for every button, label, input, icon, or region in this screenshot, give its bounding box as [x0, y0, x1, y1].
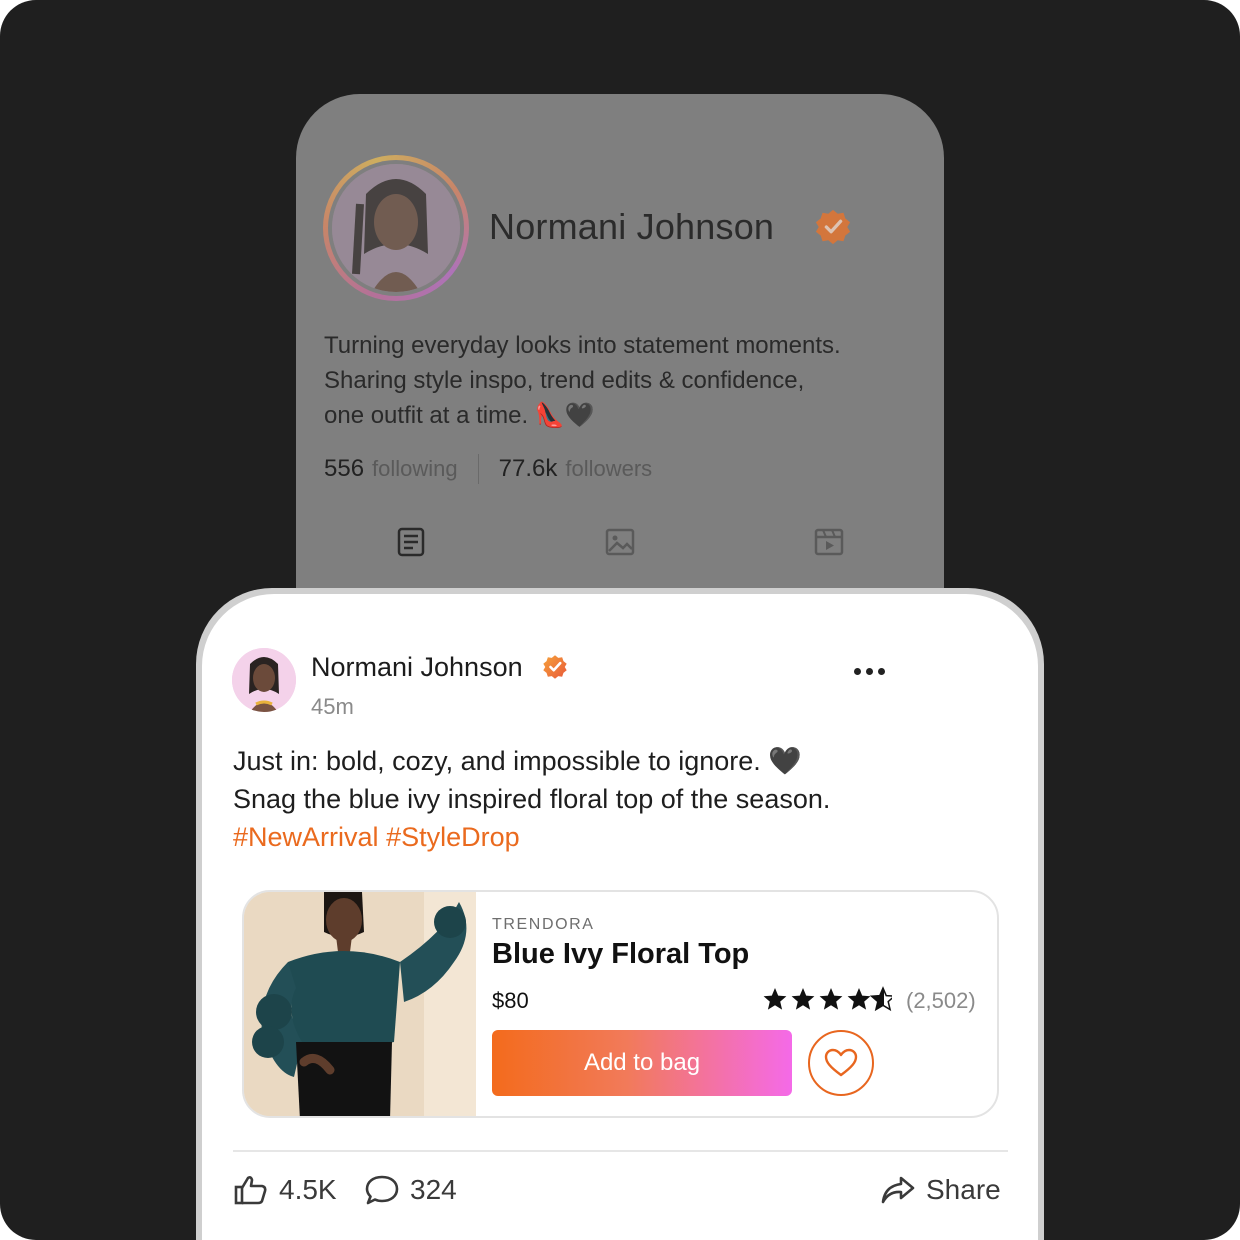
followers-label[interactable]: followers	[565, 456, 652, 482]
posts-icon[interactable]	[395, 526, 427, 558]
bio-line: Turning everyday looks into statement mo…	[324, 332, 841, 359]
product-price: $80	[492, 988, 529, 1013]
post-author-avatar[interactable]	[232, 648, 296, 712]
verified-badge-icon	[815, 209, 851, 245]
product-card[interactable]: TRENDORA Blue Ivy Floral Top $80 (2,502)…	[242, 890, 999, 1118]
following-label[interactable]: following	[372, 456, 458, 482]
hashtag-link[interactable]: #NewArrival	[233, 822, 379, 852]
bio-line: Sharing style inspo, trend edits & confi…	[324, 367, 805, 394]
wishlist-button[interactable]	[808, 1030, 874, 1096]
actions-divider	[233, 1150, 1008, 1152]
photos-icon[interactable]	[604, 526, 636, 558]
thumbs-up-icon	[234, 1176, 267, 1205]
profile-avatar-ring[interactable]	[323, 155, 469, 301]
post-timestamp: 45m	[311, 694, 354, 719]
stats-divider	[477, 454, 479, 484]
post-hashtags: #NewArrival #StyleDrop	[233, 822, 520, 853]
comment-count: 324	[410, 1174, 457, 1205]
share-icon	[881, 1176, 915, 1204]
more-options-icon[interactable]	[854, 664, 890, 678]
profile-stats: 556 following 77.6k followers	[324, 454, 652, 484]
bio-line: one outfit at a time. 👠🖤	[324, 402, 595, 429]
heart-icon	[824, 1048, 858, 1077]
product-brand: TRENDORA	[492, 916, 595, 933]
profile-bio: Turning everyday looks into statement mo…	[324, 328, 924, 433]
add-to-bag-button[interactable]: Add to bag	[492, 1030, 792, 1096]
profile-avatar	[332, 164, 460, 292]
profile-name: Normani Johnson	[489, 206, 775, 247]
following-count[interactable]: 556	[324, 455, 364, 483]
followers-count[interactable]: 77.6k	[499, 455, 558, 483]
share-button[interactable]: Share	[880, 1174, 1001, 1206]
hashtag-link[interactable]: #StyleDrop	[386, 822, 520, 852]
post-caption: Just in: bold, cozy, and impossible to i…	[233, 742, 993, 818]
comment-button[interactable]: 324	[364, 1174, 457, 1206]
comment-icon	[365, 1175, 399, 1205]
post-author-name[interactable]: Normani Johnson	[311, 652, 523, 683]
caption-line: Just in: bold, cozy, and impossible to i…	[233, 746, 802, 776]
product-image[interactable]	[244, 892, 476, 1116]
post-card: Normani Johnson 45m Just in: bold, cozy,…	[202, 594, 1038, 1240]
videos-icon[interactable]	[813, 526, 845, 558]
caption-line: Snag the blue ivy inspired floral top of…	[233, 784, 831, 814]
share-label: Share	[926, 1174, 1001, 1205]
like-count: 4.5K	[279, 1174, 337, 1205]
profile-card: Normani Johnson Turning everyday looks i…	[296, 94, 944, 654]
rating-stars-icon	[763, 986, 892, 1012]
app-canvas: Normani Johnson Turning everyday looks i…	[0, 0, 1240, 1240]
rating-count: (2,502)	[906, 988, 976, 1013]
product-title[interactable]: Blue Ivy Floral Top	[492, 938, 749, 971]
like-button[interactable]: 4.5K	[233, 1174, 337, 1206]
verified-badge-icon	[543, 655, 567, 679]
